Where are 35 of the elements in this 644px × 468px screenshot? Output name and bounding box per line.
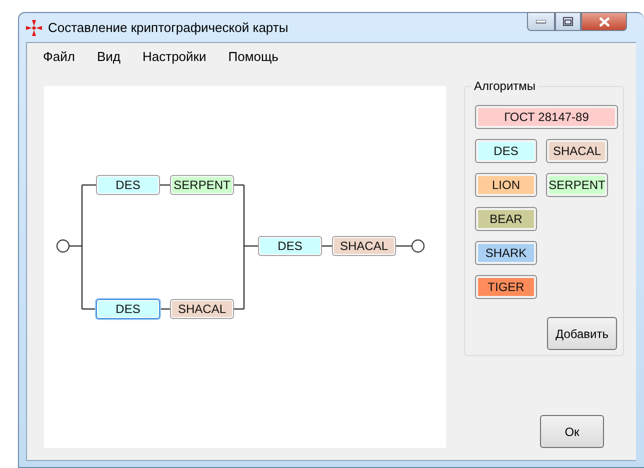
algorithm-button[interactable]: SHACAL <box>546 139 608 163</box>
algorithm-block[interactable]: SERPENT <box>170 175 234 195</box>
connector-line <box>396 245 412 247</box>
algorithm-button[interactable]: ГОСТ 28147-89 <box>475 105 618 129</box>
group-title: Алгоритмы <box>471 79 539 93</box>
minimize-icon <box>536 20 546 24</box>
minimize-button[interactable] <box>527 12 555 31</box>
algorithm-block[interactable]: SHACAL <box>170 299 234 319</box>
close-icon <box>598 16 610 26</box>
algorithm-button[interactable]: DES <box>475 139 537 163</box>
menu-item[interactable]: Настройки <box>134 49 214 71</box>
connector-line <box>160 308 170 310</box>
menu-item[interactable]: Вид <box>88 49 128 71</box>
menu-item[interactable]: Файл <box>35 49 83 71</box>
menu-item[interactable]: Помощь <box>220 49 286 71</box>
ok-button[interactable]: Ок <box>540 415 604 448</box>
algorithm-block[interactable]: DES <box>258 236 322 256</box>
maximize-icon <box>563 17 573 26</box>
end-terminal <box>411 239 425 253</box>
connector-line <box>160 184 170 186</box>
algorithm-block[interactable]: SHACAL <box>332 236 396 256</box>
start-terminal <box>56 239 70 253</box>
algorithm-block[interactable]: DES <box>96 175 160 195</box>
algorithm-button[interactable]: BEAR <box>475 207 537 231</box>
add-button[interactable]: Добавить <box>547 317 617 350</box>
app-icon <box>26 20 42 36</box>
window-title: Составление криптографической карты <box>48 20 288 35</box>
maximize-button[interactable] <box>555 12 581 31</box>
algorithm-button[interactable]: TIGER <box>475 275 537 299</box>
close-button[interactable] <box>581 12 627 31</box>
connector-line <box>322 245 332 247</box>
algorithm-button[interactable]: SHARK <box>475 241 537 265</box>
algorithm-button[interactable]: SERPENT <box>546 173 608 197</box>
algorithm-button[interactable]: LION <box>475 173 537 197</box>
algorithm-block[interactable]: DES <box>96 299 160 319</box>
